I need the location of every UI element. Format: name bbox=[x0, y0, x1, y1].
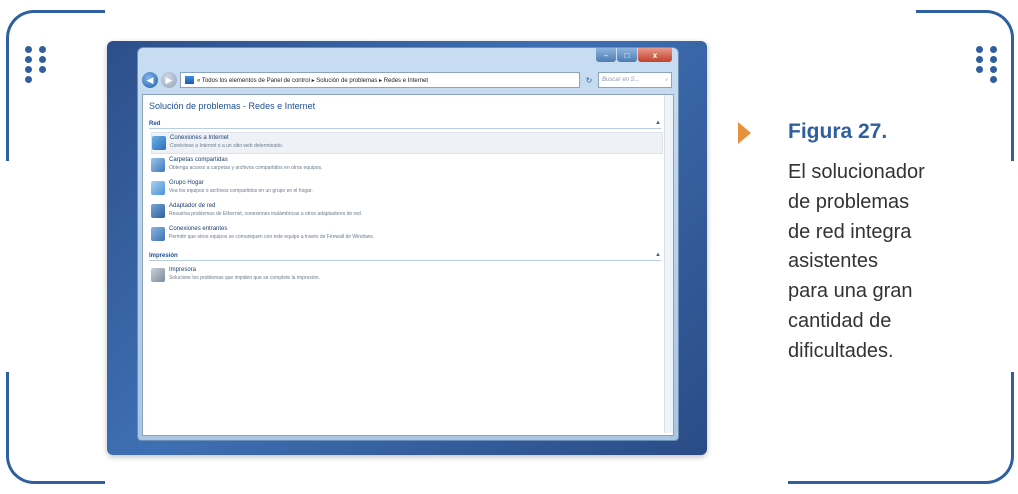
item-description: Solucione los problemas que impiden que … bbox=[169, 275, 320, 281]
caption-line: para una gran bbox=[788, 280, 913, 303]
item-title: Grupo Hogar bbox=[169, 180, 204, 186]
caption-line: de red integra bbox=[788, 220, 912, 243]
refresh-icon[interactable]: ↻ bbox=[583, 73, 595, 87]
list-item-grupo-hogar[interactable]: Grupo Hogar Vea los equipos o archivos c… bbox=[151, 178, 661, 198]
address-bar-row: ◀ ▶ « Todos los elementos de Panel de co… bbox=[142, 70, 672, 90]
printer-icon bbox=[151, 268, 165, 282]
internet-globe-icon bbox=[152, 136, 166, 150]
content-pane: Solución de problemas - Redes e Internet… bbox=[142, 94, 674, 436]
item-description: Obtenga acceso a carpetas y archivos com… bbox=[169, 165, 323, 171]
shared-folder-icon bbox=[151, 158, 165, 172]
list-item-conexiones-entrantes[interactable]: Conexiones entrantes Permitir que otros … bbox=[151, 224, 661, 244]
section-divider bbox=[149, 260, 661, 261]
item-description: Permitir que otros equipos se comuniquen… bbox=[169, 234, 375, 240]
breadcrumb[interactable]: « Todos los elementos de Panel de contro… bbox=[180, 72, 580, 88]
window-controls: – □ x bbox=[596, 48, 672, 62]
frame-corner-bottom-right bbox=[788, 372, 1014, 484]
dots-icon bbox=[25, 46, 48, 83]
section-divider bbox=[149, 128, 661, 129]
page-title: Solución de problemas - Redes e Internet bbox=[149, 101, 316, 111]
item-title: Carpetas compartidas bbox=[169, 157, 228, 163]
collapse-icon[interactable]: ▲ bbox=[655, 120, 661, 126]
list-item-impresora[interactable]: Impresora Solucione los problemas que im… bbox=[151, 265, 661, 285]
forward-button[interactable]: ▶ bbox=[161, 72, 177, 88]
list-item-adaptador-red[interactable]: Adaptador de red Resuelva problemas de E… bbox=[151, 201, 661, 221]
frame-corner-bottom-left bbox=[6, 372, 105, 484]
caption-line: El solucionador bbox=[788, 161, 925, 183]
network-adapter-icon bbox=[151, 204, 165, 218]
caption-line: cantidad de bbox=[788, 309, 892, 332]
close-button[interactable]: x bbox=[638, 48, 672, 62]
item-description: Vea los equipos o archivos compartidos e… bbox=[169, 188, 313, 194]
frame-corner-top-left bbox=[6, 10, 105, 161]
control-panel-icon bbox=[185, 76, 194, 84]
section-red[interactable]: Red ▲ bbox=[149, 120, 661, 129]
section-impresion[interactable]: Impresión ▲ bbox=[149, 252, 661, 261]
figure-caption: El solucionador de problemas de red inte… bbox=[788, 158, 978, 367]
figure-label: Figura 27. bbox=[788, 120, 888, 143]
search-input[interactable]: Buscar en S... ⌕ bbox=[598, 72, 672, 88]
screenshot: – □ x ◀ ▶ « Todos los elementos de Panel… bbox=[107, 41, 707, 455]
collapse-icon[interactable]: ▲ bbox=[655, 252, 661, 258]
scrollbar[interactable] bbox=[664, 95, 673, 433]
maximize-button[interactable]: □ bbox=[617, 48, 637, 62]
caption-line: de problemas bbox=[788, 190, 910, 213]
frame-corner-top-right bbox=[916, 10, 1014, 161]
search-icon: ⌕ bbox=[664, 76, 668, 83]
arrow-icon bbox=[738, 122, 751, 144]
list-item-carpetas-compartidas[interactable]: Carpetas compartidas Obtenga acceso a ca… bbox=[151, 155, 661, 175]
item-title: Impresora bbox=[169, 267, 197, 273]
dots-icon bbox=[976, 46, 999, 83]
minimize-button[interactable]: – bbox=[596, 48, 616, 62]
section-label: Impresión bbox=[149, 253, 178, 259]
item-title: Conexiones entrantes bbox=[169, 226, 228, 232]
explorer-window: – □ x ◀ ▶ « Todos los elementos de Panel… bbox=[137, 47, 679, 441]
search-placeholder: Buscar en S... bbox=[602, 77, 640, 83]
homegroup-icon bbox=[151, 181, 165, 195]
item-description: Resuelva problemas de Ethernet, conexion… bbox=[169, 211, 363, 217]
caption-line: asistentes bbox=[788, 250, 879, 273]
item-description: Conéctese a Internet o a un sitio web de… bbox=[170, 143, 284, 149]
list-item-conexiones-internet[interactable]: Conexiones a Internet Conéctese a Intern… bbox=[151, 132, 663, 154]
back-button[interactable]: ◀ bbox=[142, 72, 158, 88]
breadcrumb-text: « Todos los elementos de Panel de contro… bbox=[197, 77, 429, 84]
item-title: Adaptador de red bbox=[169, 203, 216, 209]
item-title: Conexiones a Internet bbox=[170, 135, 229, 141]
incoming-connections-icon bbox=[151, 227, 165, 241]
section-label: Red bbox=[149, 121, 161, 127]
caption-line: dificultades. bbox=[788, 339, 894, 362]
